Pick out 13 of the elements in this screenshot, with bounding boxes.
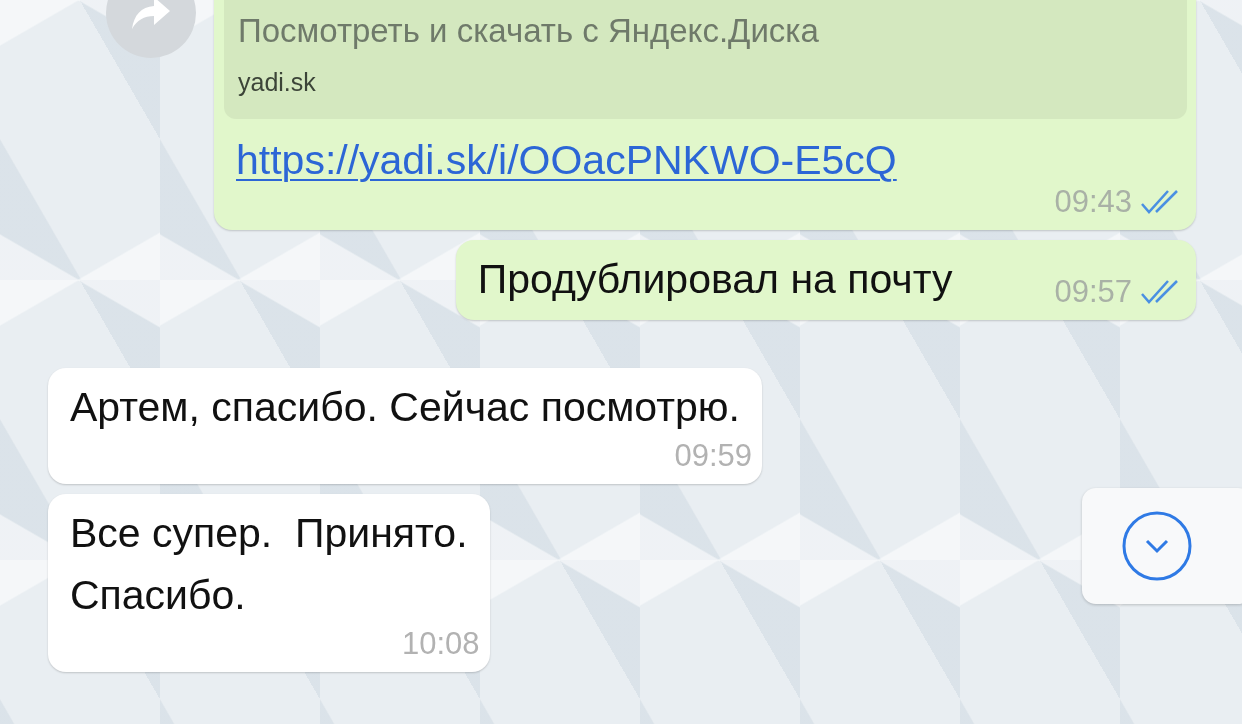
preview-title: Посмотреть и скачать с Яндекс.Диска [238, 12, 820, 50]
message-text: Все супер. Принято. Спасибо. [69, 509, 469, 620]
message-time: 10:08 [402, 626, 480, 662]
link-preview[interactable]: Посмотреть и скачать с Яндекс.Диска yadi.sk [224, 0, 1187, 119]
message-text: Артем, спасибо. Сейчас посмотрю. [69, 383, 741, 432]
message-link[interactable]: https://yadi.sk/i/OOacPNKWO-E5cQ [236, 137, 897, 184]
preview-domain: yadi.sk [238, 68, 317, 97]
scroll-down-button[interactable] [1082, 488, 1242, 604]
message-text: Продублировал на почту [476, 255, 954, 304]
message-time: 09:57 [1054, 274, 1132, 310]
message-time: 09:59 [674, 438, 752, 474]
chevron-down-icon [1121, 510, 1193, 582]
message-time: 09:43 [1054, 184, 1132, 220]
